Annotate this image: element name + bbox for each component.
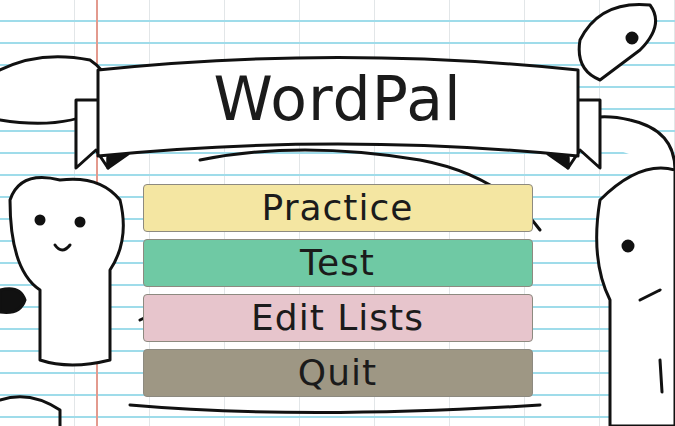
menu-button[interactable]: Edit Lists bbox=[143, 294, 533, 342]
title-banner: WordPal bbox=[68, 40, 608, 180]
menu-button[interactable]: Quit bbox=[143, 349, 533, 397]
main-menu-screen: WordPal Practice Test Edit Lists Quit bbox=[0, 0, 675, 426]
menu-button[interactable]: Test bbox=[143, 239, 533, 287]
menu-button[interactable]: Practice bbox=[143, 184, 533, 232]
game-title: WordPal bbox=[213, 66, 461, 132]
main-menu: Practice Test Edit Lists Quit bbox=[143, 184, 533, 397]
